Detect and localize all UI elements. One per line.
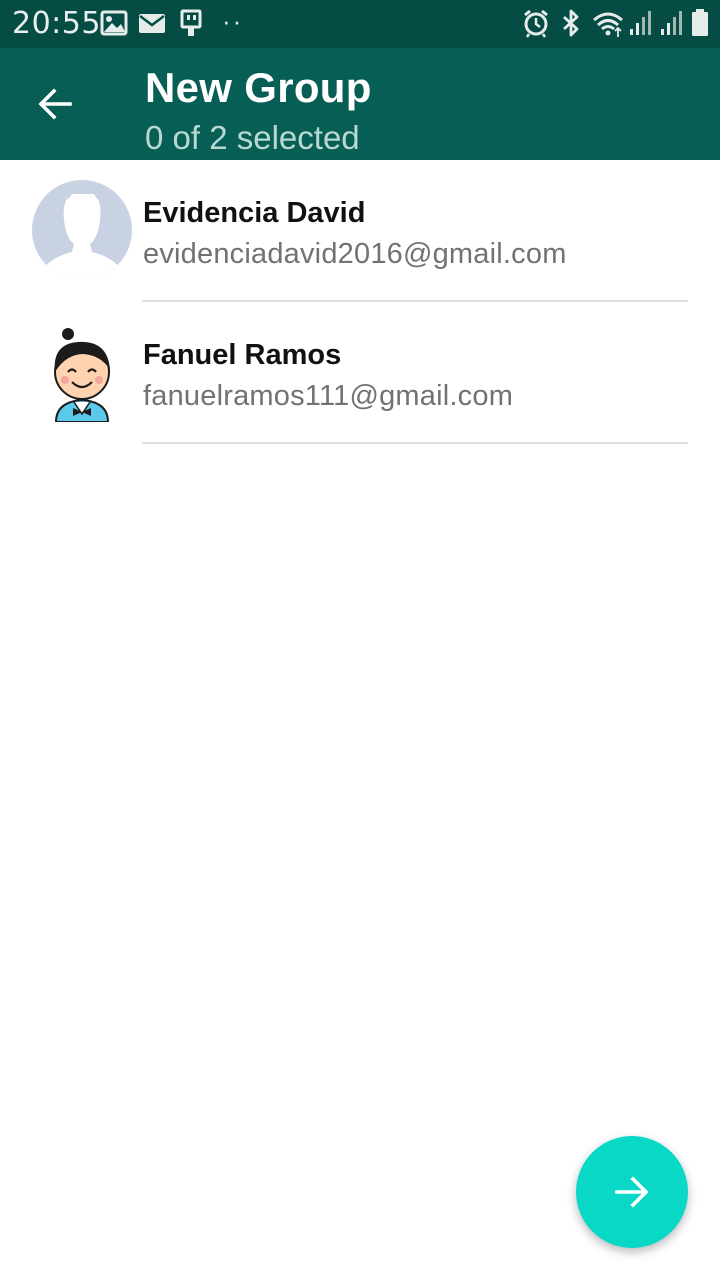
notification-dots: ··	[222, 6, 244, 36]
selection-count: 0 of 2 selected	[145, 119, 360, 156]
arrow-right-icon	[615, 1176, 649, 1208]
image-icon	[100, 10, 128, 36]
battery-icon	[692, 9, 708, 36]
contact-name: Fanuel Ramos	[143, 339, 342, 371]
contact-email: fanuelramos111@gmail.com	[143, 380, 514, 412]
arrow-left-icon	[38, 88, 72, 120]
wifi-icon	[593, 12, 623, 37]
back-button[interactable]	[24, 76, 88, 132]
contact-row-fanuel-ramos[interactable]: Fanuel Ramos fanuelramos111@gmail.com	[0, 302, 720, 444]
status-time: 20:55	[12, 6, 101, 41]
cartoon-boy-avatar-icon	[32, 322, 132, 422]
page-title: New Group	[145, 64, 372, 111]
status-bar: 20:55 ··	[0, 0, 720, 48]
mail-icon	[139, 14, 165, 33]
avatar	[32, 322, 132, 422]
contact-email: evidenciadavid2016@gmail.com	[143, 238, 567, 270]
usb-icon	[180, 9, 202, 36]
contact-list: Evidencia David evidenciadavid2016@gmail…	[0, 160, 720, 444]
contact-row-evidencia-david[interactable]: Evidencia David evidenciadavid2016@gmail…	[0, 160, 720, 302]
contact-name: Evidencia David	[143, 197, 366, 229]
avatar	[32, 180, 132, 280]
app-bar: New Group 0 of 2 selected	[0, 48, 720, 160]
default-person-avatar-icon	[32, 180, 132, 280]
alarm-icon	[524, 9, 548, 38]
signal-icon	[661, 11, 682, 35]
divider	[142, 442, 688, 444]
next-button[interactable]	[576, 1136, 688, 1248]
bluetooth-icon	[563, 9, 579, 37]
signal-icon	[630, 11, 651, 35]
